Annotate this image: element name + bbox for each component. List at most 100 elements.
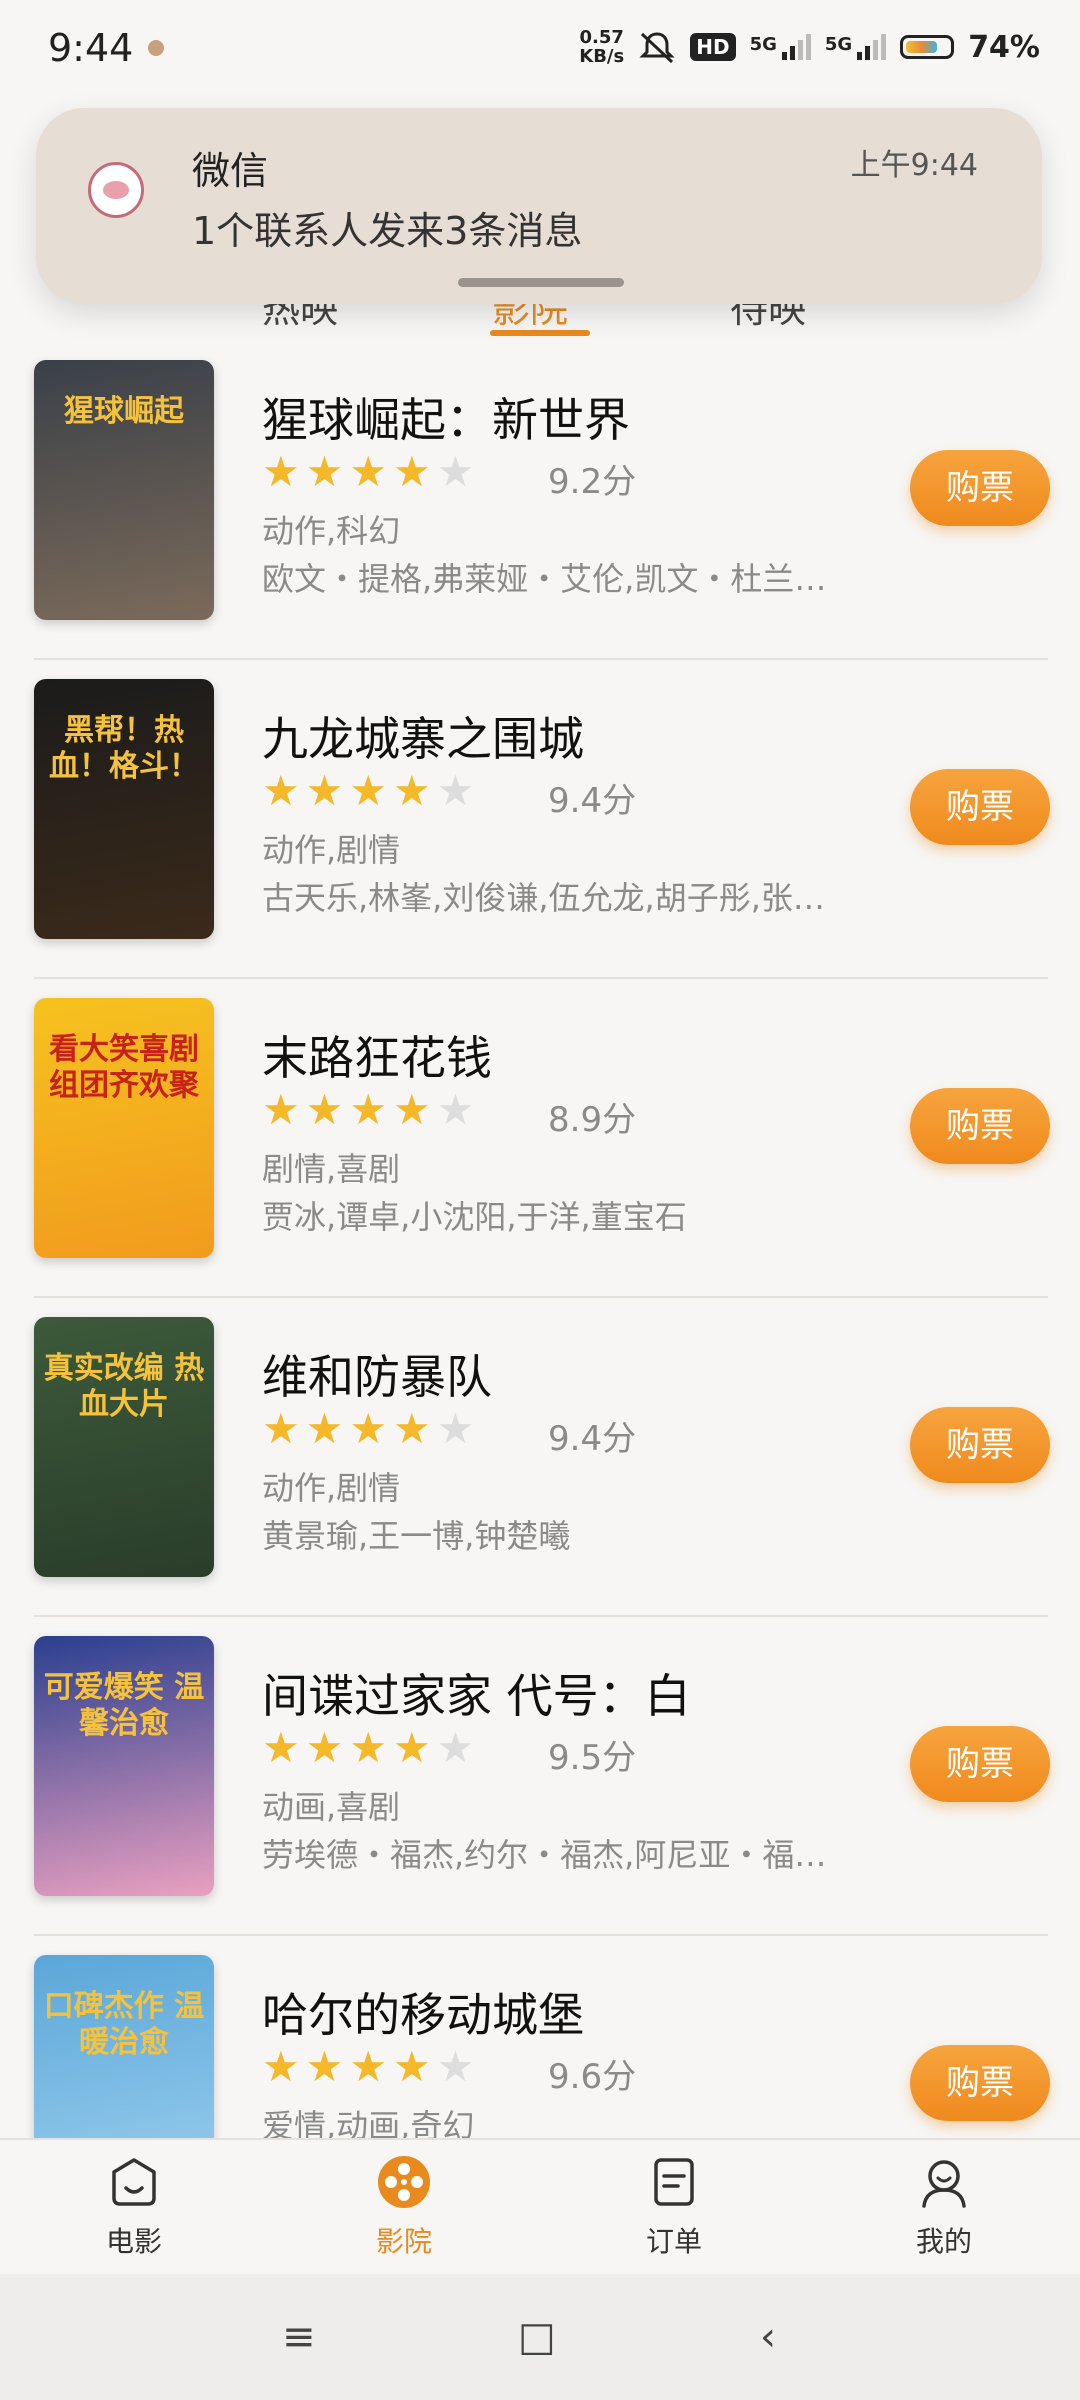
movie-row[interactable]: 看大笑喜剧 组团齐欢聚 末路狂花钱 ★ ★ ★ ★ ★ 8.9分 剧情,喜剧 贾冰,谭卓,小沈阳,… <box>0 978 1080 1298</box>
home-icon[interactable]: □ <box>518 2314 556 2360</box>
net-speed: 0.57 KB/s <box>579 28 624 66</box>
rating-stars: ★ ★ ★ ★ ★ <box>262 2045 474 2089</box>
star-icon: ★ <box>436 1085 475 1134</box>
star-icon: ★ <box>305 1723 344 1772</box>
signal-2-label: 5G <box>824 34 853 55</box>
buy-ticket-button[interactable]: 购票 <box>910 1407 1050 1483</box>
battery-percent: 74% <box>968 29 1040 65</box>
star-icon: ★ <box>305 766 344 815</box>
rating-stars: ★ ★ ★ ★ ★ <box>262 1088 474 1132</box>
movie-genre: 动画,喜剧 <box>262 1788 401 1826</box>
movie-title[interactable]: 哈尔的移动城堡 <box>262 1979 584 2045</box>
movie-row[interactable]: 黑帮！热血！格斗！ 九龙城寨之围城 ★ ★ ★ ★ ★ 9.4分 动作,剧情 古天乐,林峯,刘俊谦… <box>0 659 1080 979</box>
movie-cast: 黄景瑜,王一博,钟楚曦 <box>262 1517 571 1555</box>
star-icon: ★ <box>436 1723 475 1772</box>
movie-score: 9.4分 <box>548 1419 637 1459</box>
nav-movie-label: 电影 <box>105 2225 162 2258</box>
movie-genre: 动作,剧情 <box>262 1469 401 1507</box>
star-icon: ★ <box>392 2042 431 2091</box>
rating-stars: ★ ★ ★ ★ ★ <box>262 1407 474 1451</box>
nav-cinema[interactable]: 影院 <box>334 2154 474 2260</box>
net-speed-unit: KB/s <box>579 46 625 67</box>
cinema-reel-icon <box>376 2154 432 2210</box>
signal-1-icon: 5G <box>750 34 811 60</box>
movie-cast: 贾冰,谭卓,小沈阳,于洋,董宝石 <box>262 1198 687 1236</box>
movie-score: 9.5分 <box>548 1738 637 1778</box>
movie-poster[interactable]: 可爱爆笑 温馨治愈 <box>34 1636 214 1896</box>
buy-ticket-button[interactable]: 购票 <box>910 1088 1050 1164</box>
nav-profile[interactable]: 我的 <box>874 2154 1014 2260</box>
star-icon: ★ <box>392 447 431 496</box>
profile-icon <box>916 2154 972 2210</box>
battery-icon <box>900 35 955 59</box>
notification-app-name: 微信 <box>192 149 269 193</box>
nav-movie[interactable]: 电影 <box>64 2154 204 2260</box>
movie-poster[interactable]: 猩球崛起 <box>34 360 214 620</box>
movie-cast: 欧文・提格,弗莱娅・艾伦,凯文・杜兰… <box>262 560 827 598</box>
star-icon: ★ <box>392 1085 431 1134</box>
notification-drag-handle[interactable] <box>458 278 624 287</box>
star-icon: ★ <box>305 447 344 496</box>
rating-stars: ★ ★ ★ ★ ★ <box>262 1726 474 1770</box>
movie-poster[interactable]: 看大笑喜剧 组团齐欢聚 <box>34 998 214 1258</box>
buy-ticket-button[interactable]: 购票 <box>910 450 1050 526</box>
signal-2-icon: 5G <box>824 34 887 60</box>
movie-title[interactable]: 猩球崛起：新世界 <box>262 384 630 450</box>
buy-ticket-button[interactable]: 购票 <box>910 1726 1050 1802</box>
status-time: 9:44 <box>48 26 134 70</box>
star-icon: ★ <box>392 1404 431 1453</box>
movie-genre: 动作,科幻 <box>262 512 401 550</box>
star-icon: ★ <box>349 1404 387 1453</box>
rating-stars: ★ ★ ★ ★ ★ <box>262 769 474 813</box>
status-icons: 0.57 KB/s HD 5G 5G 74% <box>579 28 1040 66</box>
movie-icon <box>106 2154 162 2210</box>
notification-message: 1个联系人发来3条消息 <box>192 209 583 253</box>
star-icon: ★ <box>262 766 300 815</box>
movie-row[interactable]: 猩球崛起 猩球崛起：新世界 ★ ★ ★ ★ ★ 9.2分 动作,科幻 欧文・提格,弗莱娅・艾伦,凯… <box>0 340 1080 660</box>
bottom-nav: 电影 影院 订单 我的 <box>0 2138 1080 2276</box>
star-icon: ★ <box>349 447 387 496</box>
star-icon: ★ <box>392 1723 431 1772</box>
recent-apps-icon[interactable]: ≡ <box>282 2314 316 2360</box>
movie-poster[interactable]: 真实改编 热血大片 <box>34 1317 214 1577</box>
buy-ticket-button[interactable]: 购票 <box>910 2045 1050 2121</box>
star-icon: ★ <box>436 1404 475 1453</box>
star-icon: ★ <box>305 1404 344 1453</box>
star-icon: ★ <box>349 1723 387 1772</box>
wechat-avatar-icon <box>88 162 144 218</box>
movie-title[interactable]: 维和防暴队 <box>262 1341 492 1407</box>
star-icon: ★ <box>349 1085 387 1134</box>
star-icon: ★ <box>436 447 475 496</box>
movie-cast: 劳埃德・福杰,约尔・福杰,阿尼亚・福… <box>262 1836 827 1874</box>
movie-poster[interactable]: 黑帮！热血！格斗！ <box>34 679 214 939</box>
net-speed-value: 0.57 <box>579 27 624 48</box>
star-icon: ★ <box>262 1404 300 1453</box>
star-icon: ★ <box>262 1723 300 1772</box>
star-icon: ★ <box>305 2042 344 2091</box>
system-nav-bar: ≡ □ ‹ <box>0 2274 1080 2400</box>
movie-row[interactable]: 真实改编 热血大片 维和防暴队 ★ ★ ★ ★ ★ 9.4分 动作,剧情 黄景瑜,王一博,钟楚曦购… <box>0 1297 1080 1617</box>
star-icon: ★ <box>305 1085 344 1134</box>
poster-text: 口碑杰作 温暖治愈 <box>43 1989 205 2060</box>
movie-title[interactable]: 九龙城寨之围城 <box>262 703 584 769</box>
notification-time: 上午9:44 <box>850 148 978 183</box>
movie-title[interactable]: 末路狂花钱 <box>262 1022 492 1088</box>
poster-text: 黑帮！热血！格斗！ <box>49 713 199 784</box>
poster-text: 猩球崛起 <box>64 394 184 429</box>
poster-text: 可爱爆笑 温馨治愈 <box>43 1670 205 1741</box>
notification-dot-icon <box>148 40 164 56</box>
nav-cinema-label: 影院 <box>375 2225 432 2258</box>
movie-title[interactable]: 间谍过家家 代号：白 <box>262 1660 691 1726</box>
rating-stars: ★ ★ ★ ★ ★ <box>262 450 474 494</box>
movie-row[interactable]: 可爱爆笑 温馨治愈 间谍过家家 代号：白 ★ ★ ★ ★ ★ 9.5分 动画,喜剧 劳埃德・福杰,… <box>0 1616 1080 1936</box>
movie-genre: 动作,剧情 <box>262 831 401 869</box>
movie-score: 9.2分 <box>548 462 637 502</box>
buy-ticket-button[interactable]: 购票 <box>910 769 1050 845</box>
nav-orders[interactable]: 订单 <box>604 2154 744 2260</box>
star-icon: ★ <box>262 447 300 496</box>
back-icon[interactable]: ‹ <box>760 2314 776 2360</box>
wechat-notification[interactable]: 微信 上午9:44 1个联系人发来3条消息 <box>36 108 1042 304</box>
status-bar: 9:44 0.57 KB/s HD 5G 5G 74% <box>0 0 1080 100</box>
star-icon: ★ <box>436 2042 475 2091</box>
movie-cast: 古天乐,林峯,刘俊谦,伍允龙,胡子彤,张… <box>262 879 825 917</box>
